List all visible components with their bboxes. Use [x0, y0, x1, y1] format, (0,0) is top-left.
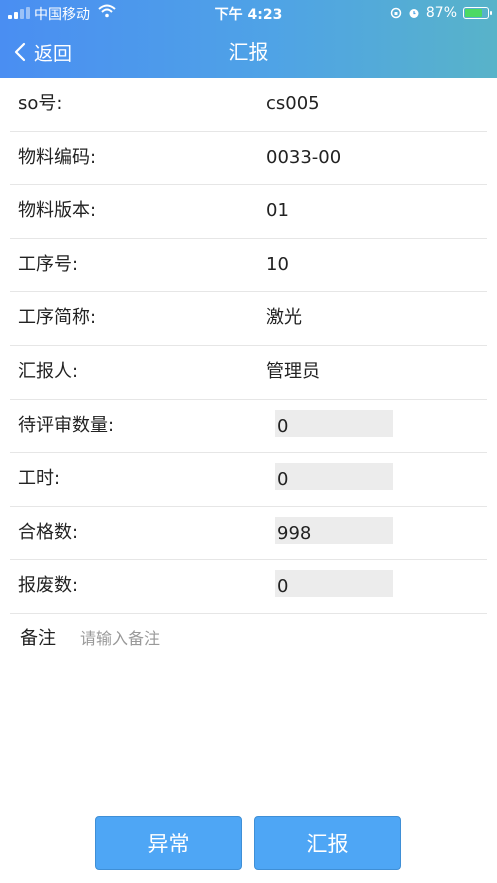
- form-row-material-version: 物料版本: 01: [10, 185, 487, 239]
- form-row-material-code: 物料编码: 0033-00: [10, 132, 487, 186]
- row-label: 工序号:: [18, 253, 79, 275]
- exception-button[interactable]: 异常: [95, 816, 242, 870]
- alarm-icon: [409, 9, 419, 18]
- row-label: 工时:: [18, 468, 61, 490]
- remark-row: 备注: [0, 610, 497, 666]
- row-value: cs005: [266, 93, 320, 114]
- report-form: so号: cs005 物料编码: 0033-00 物料版本: 01 工序号: 1…: [0, 78, 497, 614]
- remark-label: 备注: [20, 628, 56, 649]
- row-label: 合格数:: [18, 521, 79, 543]
- battery-icon: [463, 7, 492, 19]
- form-row-scrap-qty: 报废数:: [10, 560, 487, 614]
- pending-review-qty-input[interactable]: [275, 409, 393, 437]
- row-label: 物料编码:: [18, 146, 97, 168]
- row-value: 激光: [266, 307, 302, 329]
- form-row-qualified-qty: 合格数:: [10, 507, 487, 561]
- form-row-process-no: 工序号: 10: [10, 239, 487, 293]
- form-row-process-name: 工序简称: 激光: [10, 292, 487, 346]
- row-value: 管理员: [266, 360, 320, 382]
- form-row-reporter: 汇报人: 管理员: [10, 346, 487, 400]
- row-label: so号:: [18, 93, 63, 114]
- row-value: 0033-00: [266, 146, 342, 168]
- row-label: 工序简称:: [18, 307, 97, 329]
- row-label: 汇报人:: [18, 360, 79, 382]
- scrap-qty-input[interactable]: [275, 570, 393, 598]
- work-hours-input[interactable]: [275, 463, 393, 491]
- report-button[interactable]: 汇报: [254, 816, 401, 870]
- orientation-lock-icon: [390, 7, 402, 19]
- row-label: 待评审数量:: [18, 414, 115, 436]
- status-right: 87%: [390, 4, 492, 22]
- qualified-qty-input[interactable]: [275, 516, 393, 544]
- status-bar: 中国移动 下午 4:23 87%: [0, 0, 497, 26]
- row-value: 10: [266, 253, 289, 275]
- row-label: 报废数:: [18, 575, 79, 597]
- page-title: 汇报: [228, 40, 269, 64]
- app-header: 中国移动 下午 4:23 87% 返回 汇报: [0, 0, 497, 78]
- row-label: 物料版本:: [18, 200, 97, 222]
- form-row-so: so号: cs005: [10, 78, 487, 132]
- remark-input[interactable]: [78, 624, 462, 652]
- form-row-work-hours: 工时:: [10, 453, 487, 507]
- row-value: 01: [266, 200, 289, 222]
- form-row-pending-review-qty: 待评审数量:: [10, 400, 487, 454]
- battery-percent: 87%: [425, 5, 457, 21]
